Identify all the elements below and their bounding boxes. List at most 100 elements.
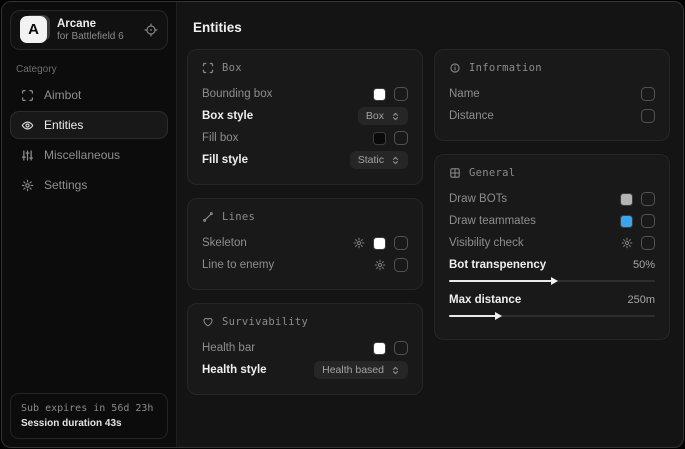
eye-icon <box>21 119 34 132</box>
row-label: Box style <box>202 110 253 122</box>
row-health-style: Health style Health based <box>202 359 408 381</box>
app-subtitle: for Battlefield 6 <box>57 31 135 44</box>
sidebar: A Arcane for Battlefield 6 Category Aimb… <box>2 2 177 447</box>
sidebar-item-label: Aimbot <box>44 88 81 102</box>
line-to-enemy-checkbox[interactable] <box>394 258 408 272</box>
row-label: Name <box>449 88 480 100</box>
panel-general: General Draw BOTs Draw teammates <box>434 154 670 340</box>
panel-title: Information <box>469 62 542 74</box>
row-line-to-enemy: Line to enemy <box>202 254 408 276</box>
row-distance: Distance <box>449 105 655 127</box>
bounding-box-checkbox[interactable] <box>394 87 408 101</box>
color-swatch[interactable] <box>373 88 386 101</box>
row-fill-style: Fill style Static <box>202 149 408 171</box>
line-icon <box>202 211 214 223</box>
bot-transparency-slider[interactable] <box>449 280 655 282</box>
slider-value: 250m <box>627 294 655 306</box>
app-name: Arcane <box>57 17 135 31</box>
heart-icon <box>202 316 214 328</box>
sidebar-item-aimbot[interactable]: Aimbot <box>10 81 168 109</box>
subscription-card: Sub expires in 56d 23h Session duration … <box>10 393 168 439</box>
name-checkbox[interactable] <box>641 87 655 101</box>
panel-survivability-header: Survivability <box>202 316 408 328</box>
target-icon[interactable] <box>144 23 158 37</box>
health-bar-checkbox[interactable] <box>394 341 408 355</box>
draw-bots-checkbox[interactable] <box>641 192 655 206</box>
brand-text: Arcane for Battlefield 6 <box>57 17 135 44</box>
left-column: Box Bounding box Box style Box <box>187 49 423 395</box>
row-label: Fill box <box>202 132 238 144</box>
panel-lines-header: Lines <box>202 211 408 223</box>
gear-icon[interactable] <box>621 237 633 249</box>
color-swatch[interactable] <box>373 237 386 250</box>
color-swatch[interactable] <box>620 193 633 206</box>
select-value: Box <box>366 110 384 122</box>
panel-information: Information Name Distance <box>434 49 670 141</box>
gear-icon <box>21 179 34 192</box>
row-label: Distance <box>449 110 494 122</box>
row-label: Bounding box <box>202 88 272 100</box>
sidebar-item-miscellaneous[interactable]: Miscellaneous <box>10 141 168 169</box>
row-label: Max distance <box>449 294 521 306</box>
row-label: Fill style <box>202 154 248 166</box>
panel-lines: Lines Skeleton <box>187 198 423 290</box>
skeleton-checkbox[interactable] <box>394 236 408 250</box>
unfold-icon <box>391 156 400 165</box>
row-draw-teammates: Draw teammates <box>449 210 655 232</box>
box-style-select[interactable]: Box <box>358 107 408 125</box>
fill-box-checkbox[interactable] <box>394 131 408 145</box>
row-bounding-box: Bounding box <box>202 83 408 105</box>
distance-checkbox[interactable] <box>641 109 655 123</box>
visibility-check-checkbox[interactable] <box>641 236 655 250</box>
row-visibility-check: Visibility check <box>449 232 655 254</box>
category-label: Category <box>16 64 162 75</box>
row-label: Draw teammates <box>449 215 536 227</box>
color-swatch[interactable] <box>620 215 633 228</box>
panel-box: Box Bounding box Box style Box <box>187 49 423 185</box>
right-column: Information Name Distance <box>434 49 670 340</box>
sub-expiry-text: Sub expires in 56d 23h <box>21 401 157 416</box>
app-logo: A <box>20 16 48 44</box>
draw-teammates-checkbox[interactable] <box>641 214 655 228</box>
slider-fill <box>449 280 552 282</box>
sidebar-item-settings[interactable]: Settings <box>10 171 168 199</box>
row-label: Health bar <box>202 342 255 354</box>
sidebar-item-label: Miscellaneous <box>44 148 120 162</box>
sidebar-item-entities[interactable]: Entities <box>10 111 168 139</box>
unfold-icon <box>391 112 400 121</box>
slider-value: 50% <box>633 259 655 271</box>
row-label: Health style <box>202 364 267 376</box>
sliders-icon <box>21 149 34 162</box>
brand-card: A Arcane for Battlefield 6 <box>10 10 168 50</box>
color-swatch[interactable] <box>373 132 386 145</box>
select-value: Static <box>358 154 384 166</box>
slider-fill <box>449 315 496 317</box>
row-bot-transparency: Bot transpenency 50% <box>449 256 655 282</box>
health-style-select[interactable]: Health based <box>314 361 408 379</box>
row-draw-bots: Draw BOTs <box>449 188 655 210</box>
page-title: Entities <box>193 20 670 35</box>
row-label: Skeleton <box>202 237 247 249</box>
grid-icon <box>449 167 461 179</box>
color-swatch[interactable] <box>373 342 386 355</box>
row-label: Bot transpenency <box>449 259 546 271</box>
panel-title: Box <box>222 62 242 74</box>
fill-style-select[interactable]: Static <box>350 151 408 169</box>
gear-icon[interactable] <box>374 259 386 271</box>
gear-icon[interactable] <box>353 237 365 249</box>
logo-letter: A <box>20 16 47 43</box>
row-label: Line to enemy <box>202 259 274 271</box>
panel-box-header: Box <box>202 62 408 74</box>
row-label: Draw BOTs <box>449 193 507 205</box>
crosshair-icon <box>21 89 34 102</box>
select-value: Health based <box>322 364 384 376</box>
session-duration-text: Session duration 43s <box>21 416 157 431</box>
row-skeleton: Skeleton <box>202 232 408 254</box>
main-content: Entities Box Bounding box <box>177 2 683 447</box>
row-box-style: Box style Box <box>202 105 408 127</box>
sidebar-item-label: Entities <box>44 118 83 132</box>
app-window: A Arcane for Battlefield 6 Category Aimb… <box>1 1 684 448</box>
row-label: Visibility check <box>449 237 524 249</box>
max-distance-slider[interactable] <box>449 315 655 317</box>
row-max-distance: Max distance 250m <box>449 291 655 317</box>
